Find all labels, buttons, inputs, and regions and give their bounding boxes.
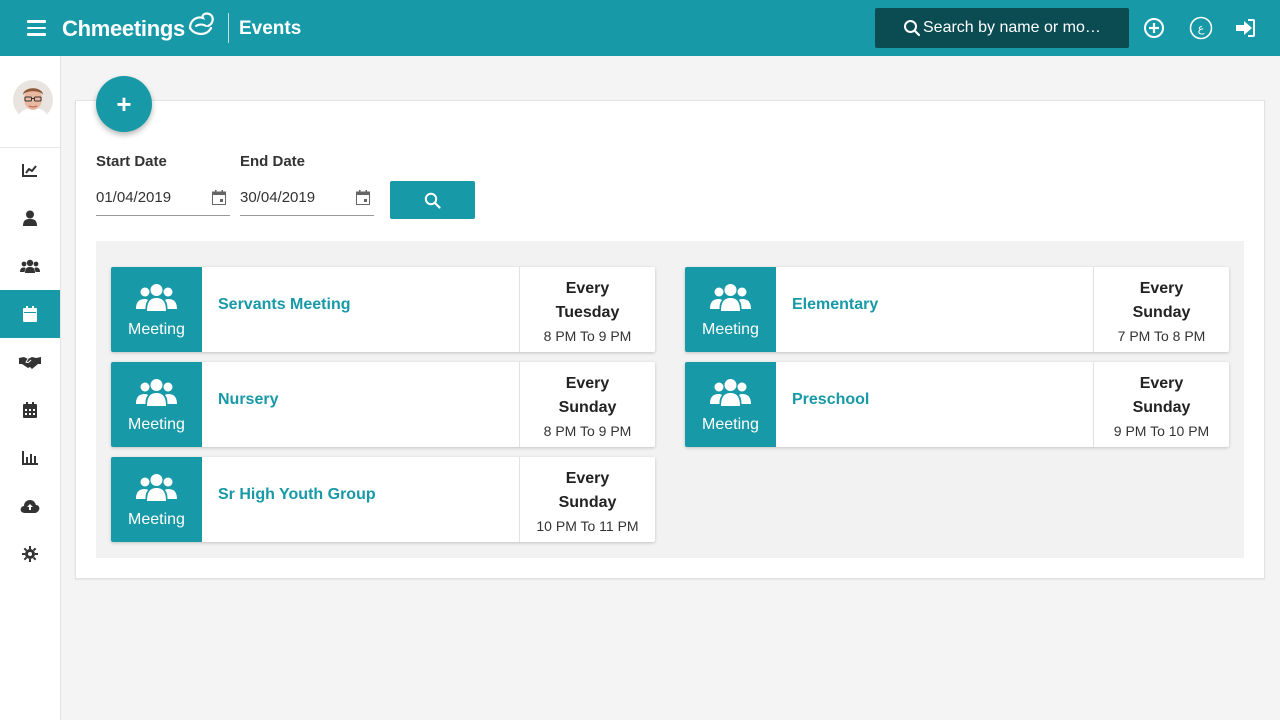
logo-leaf-icon xyxy=(188,12,214,36)
sidebar-item-events[interactable] xyxy=(0,290,60,338)
user-icon xyxy=(23,210,37,226)
search-icon xyxy=(904,20,921,37)
gear-icon xyxy=(22,546,38,562)
search-icon xyxy=(424,192,441,209)
sidebar-item-import[interactable] xyxy=(0,482,60,530)
schedule-every: Every xyxy=(565,280,610,297)
schedule-day: Sunday xyxy=(558,399,617,416)
bar-chart-icon xyxy=(22,451,38,465)
schedule-time: 9 PM To 10 PM xyxy=(1113,423,1210,439)
sidebar-item-dashboard[interactable] xyxy=(0,146,60,194)
add-circle-icon[interactable] xyxy=(1142,16,1166,40)
end-date-field[interactable]: 30/04/2019 xyxy=(240,180,374,216)
search-button[interactable] xyxy=(390,181,475,219)
end-date-value: 30/04/2019 xyxy=(240,189,316,206)
cloud-upload-icon xyxy=(20,500,40,513)
language-icon[interactable]: ع xyxy=(1189,16,1213,40)
event-name-link[interactable]: Preschool xyxy=(792,391,869,409)
sidebar-item-contributions[interactable] xyxy=(0,338,60,386)
event-name-link[interactable]: Elementary xyxy=(792,296,878,314)
event-name-link[interactable]: Sr High Youth Group xyxy=(218,486,376,504)
event-name-cell: Preschool xyxy=(776,362,1094,447)
schedule-day: Tuesday xyxy=(555,304,620,321)
start-date-field[interactable]: 01/04/2019 xyxy=(96,180,230,216)
top-bar: Chmeetings Events Search by name or mo… … xyxy=(0,0,1280,56)
event-type-label: Meeting xyxy=(128,416,185,433)
handshake-icon xyxy=(19,357,41,369)
event-name-cell: Sr High Youth Group xyxy=(202,457,520,542)
event-type-label: Meeting xyxy=(702,416,759,433)
users-icon xyxy=(136,284,177,311)
event-schedule: Every Sunday 8 PM To 9 PM xyxy=(520,362,655,447)
schedule-day: Sunday xyxy=(558,494,617,511)
start-date-label: Start Date xyxy=(96,153,167,170)
end-date-label: End Date xyxy=(240,153,306,170)
users-icon xyxy=(136,379,177,406)
schedule-time: 8 PM To 9 PM xyxy=(543,423,632,439)
search-input[interactable]: Search by name or mo… xyxy=(875,8,1129,48)
event-type-badge: Meeting xyxy=(111,267,202,352)
event-card[interactable]: Meeting Servants Meeting Every Tuesday 8… xyxy=(111,267,655,352)
event-card[interactable]: Meeting Nursery Every Sunday 8 PM To 9 P… xyxy=(111,362,655,447)
event-schedule: Every Sunday 7 PM To 8 PM xyxy=(1094,267,1229,352)
schedule-time: 7 PM To 8 PM xyxy=(1117,328,1206,344)
user-profile xyxy=(0,56,60,148)
event-card[interactable]: Meeting Sr High Youth Group Every Sunday… xyxy=(111,457,655,542)
calendar-icon xyxy=(23,306,37,322)
event-type-badge: Meeting xyxy=(111,457,202,542)
calendar-picker-icon[interactable] xyxy=(356,190,370,205)
calendar-picker-icon[interactable] xyxy=(212,190,226,205)
event-type-badge: Meeting xyxy=(685,267,776,352)
sidebar-item-reports[interactable] xyxy=(0,434,60,482)
event-type-badge: Meeting xyxy=(111,362,202,447)
users-icon xyxy=(710,379,751,406)
sidebar-item-groups[interactable] xyxy=(0,242,60,290)
avatar[interactable] xyxy=(13,80,53,120)
event-type-label: Meeting xyxy=(128,511,185,528)
chart-line-icon xyxy=(22,164,37,177)
users-icon xyxy=(136,474,177,501)
schedule-every: Every xyxy=(1139,280,1184,297)
event-name-link[interactable]: Servants Meeting xyxy=(218,296,350,314)
event-schedule: Every Tuesday 8 PM To 9 PM xyxy=(520,267,655,352)
event-type-label: Meeting xyxy=(128,321,185,338)
event-name-cell: Elementary xyxy=(776,267,1094,352)
avatar-image xyxy=(13,80,53,120)
header-divider xyxy=(228,13,229,43)
menu-icon[interactable] xyxy=(27,20,46,36)
event-card[interactable]: Meeting Preschool Every Sunday 9 PM To 1… xyxy=(685,362,1229,447)
sidebar xyxy=(0,56,61,720)
schedule-every: Every xyxy=(1139,375,1184,392)
app-brand: Chmeetings xyxy=(62,16,185,41)
event-schedule: Every Sunday 10 PM To 11 PM xyxy=(520,457,655,542)
event-type-label: Meeting xyxy=(702,321,759,338)
schedule-day: Sunday xyxy=(1132,399,1191,416)
users-icon xyxy=(20,259,40,273)
calendar-grid-icon xyxy=(23,402,37,418)
event-type-badge: Meeting xyxy=(685,362,776,447)
schedule-every: Every xyxy=(565,470,610,487)
sidebar-item-settings[interactable] xyxy=(0,530,60,578)
schedule-time: 10 PM To 11 PM xyxy=(536,518,639,534)
schedule-day: Sunday xyxy=(1132,304,1191,321)
page-title: Events xyxy=(239,18,302,39)
schedule-every: Every xyxy=(565,375,610,392)
sidebar-item-people[interactable] xyxy=(0,194,60,242)
event-schedule: Every Sunday 9 PM To 10 PM xyxy=(1094,362,1229,447)
svg-text:ع: ع xyxy=(1198,22,1205,35)
event-name-cell: Nursery xyxy=(202,362,520,447)
search-placeholder: Search by name or mo… xyxy=(923,19,1101,36)
event-name-cell: Servants Meeting xyxy=(202,267,520,352)
start-date-value: 01/04/2019 xyxy=(96,189,172,206)
users-icon xyxy=(710,284,751,311)
schedule-time: 8 PM To 9 PM xyxy=(543,328,632,344)
event-name-link[interactable]: Nursery xyxy=(218,391,278,409)
sidebar-item-calendar[interactable] xyxy=(0,386,60,434)
logout-icon[interactable] xyxy=(1233,16,1257,40)
app-logo[interactable]: Chmeetings xyxy=(62,12,215,44)
add-event-button[interactable]: + xyxy=(96,76,152,132)
event-card[interactable]: Meeting Elementary Every Sunday 7 PM To … xyxy=(685,267,1229,352)
